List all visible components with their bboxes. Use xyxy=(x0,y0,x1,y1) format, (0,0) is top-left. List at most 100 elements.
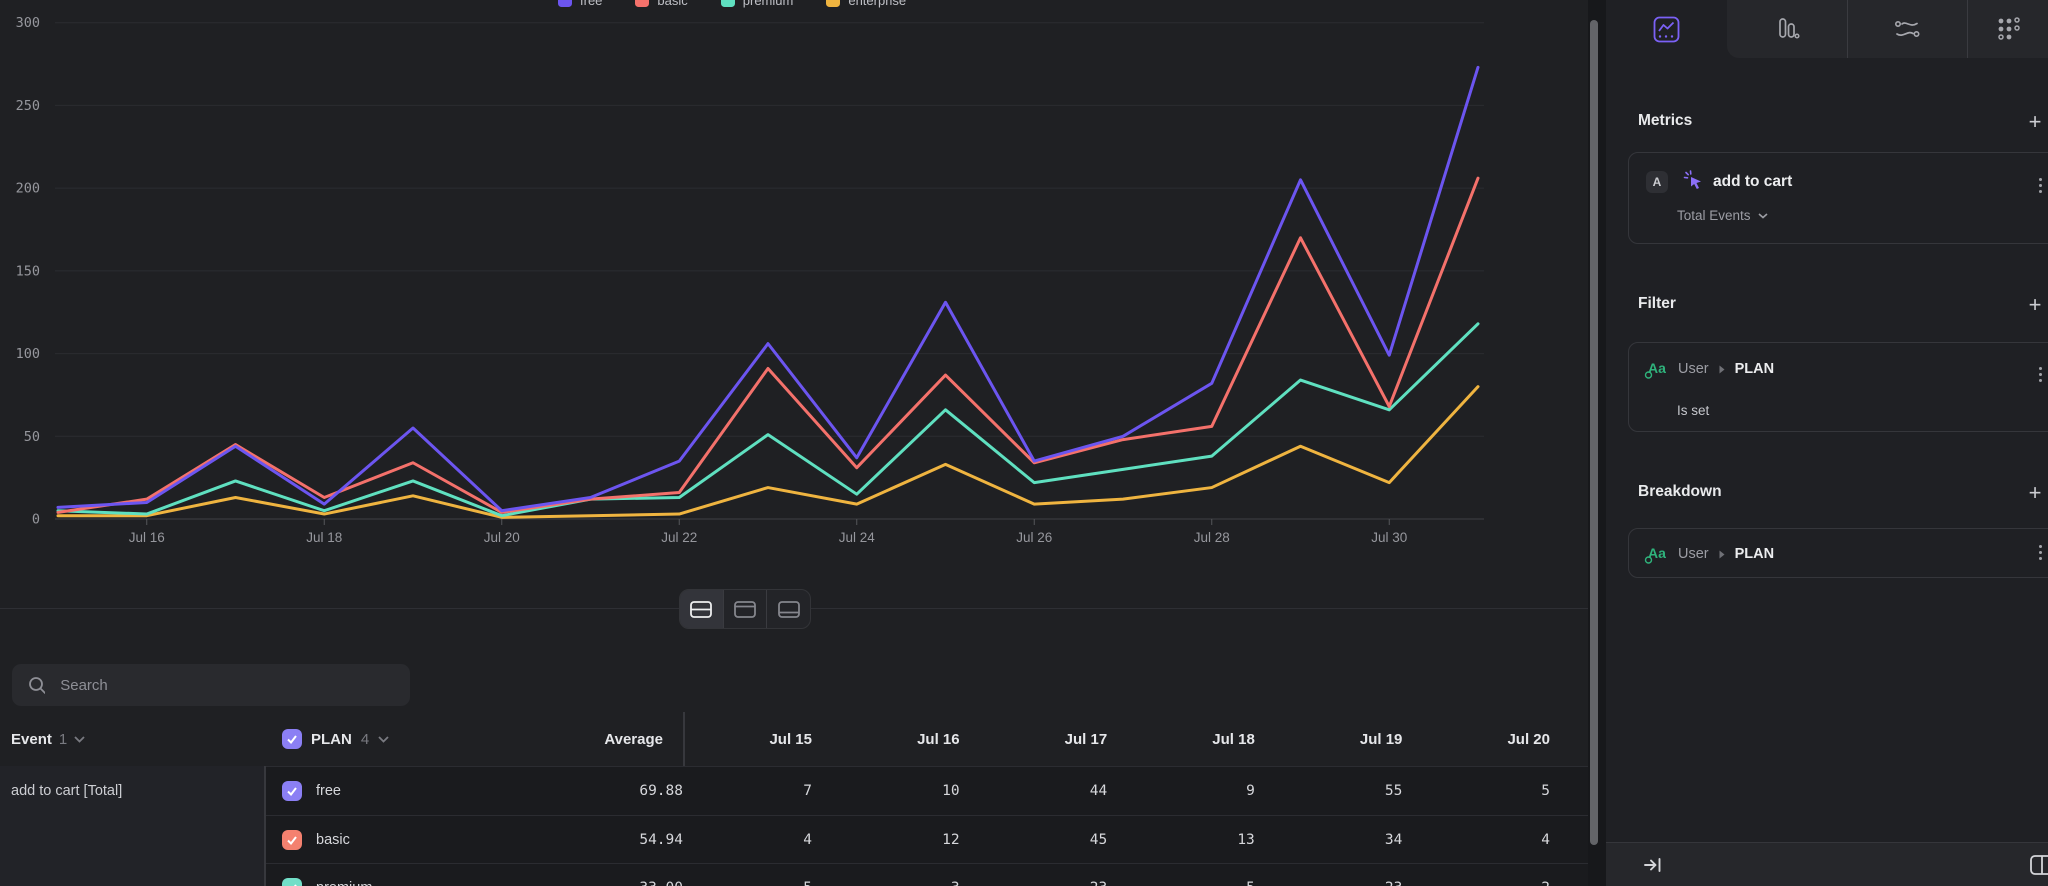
basic-checkbox[interactable] xyxy=(282,830,302,850)
plan-select-all-checkbox[interactable] xyxy=(282,729,302,749)
text-property-icon: Aa xyxy=(1644,543,1668,565)
scrollbar-track xyxy=(1588,0,1606,886)
chevron-down-icon xyxy=(378,736,389,743)
metric-event-name: add to cart xyxy=(1713,169,1792,195)
layout-table-only-button[interactable] xyxy=(766,590,810,628)
filter-scope: User xyxy=(1678,361,1709,377)
add-metric-button[interactable]: + xyxy=(2022,111,2048,133)
scrollbar-thumb[interactable] xyxy=(1590,20,1598,845)
metric-card[interactable]: A add to cart Total Events xyxy=(1628,152,2048,244)
chevron-down-icon xyxy=(1758,213,1768,219)
plan-count: 4 xyxy=(361,731,369,748)
cell-value: 5 xyxy=(672,864,812,886)
check-icon xyxy=(285,881,299,886)
check-icon xyxy=(285,784,299,798)
premium-checkbox[interactable] xyxy=(282,878,302,886)
grid-dots-icon xyxy=(1995,16,2021,42)
svg-text:150: 150 xyxy=(16,263,40,279)
columns-icon xyxy=(2030,855,2048,876)
average-column-header: Average xyxy=(500,712,663,766)
svg-text:100: 100 xyxy=(16,346,40,362)
split-horizontal-icon xyxy=(690,601,712,618)
row-label: premium xyxy=(316,864,372,886)
cell-value: 7 xyxy=(672,767,812,815)
add-filter-button[interactable]: + xyxy=(2022,294,2048,316)
cell-value: 5 xyxy=(1410,767,1550,815)
cell-value: 13 xyxy=(1115,816,1255,864)
query-builder-sidebar: Metrics + A add to cart Total Events Fil… xyxy=(1606,0,2048,886)
metric-measure-label: Total Events xyxy=(1677,208,1751,223)
tab-grid-dots[interactable] xyxy=(1967,0,2048,58)
event-row-label: add to cart [Total] xyxy=(0,766,264,815)
date-column-header: Jul 15 xyxy=(664,712,812,766)
metric-menu-button[interactable] xyxy=(2036,175,2045,196)
svg-text:300: 300 xyxy=(16,15,40,31)
chevron-right-icon xyxy=(1719,365,1725,374)
svg-text:Jul 16: Jul 16 xyxy=(129,530,165,545)
cell-value: 3 xyxy=(820,864,960,886)
svg-text:250: 250 xyxy=(16,98,40,114)
cell-value: 55 xyxy=(1262,767,1402,815)
check-icon xyxy=(285,732,299,746)
metric-series-badge: A xyxy=(1646,171,1668,193)
add-breakdown-button[interactable]: + xyxy=(2022,482,2048,504)
average-value: 69.88 xyxy=(540,767,683,815)
row-label: free xyxy=(316,767,341,815)
panel-top-icon xyxy=(734,601,756,618)
cell-value: 10 xyxy=(820,767,960,815)
svg-text:Jul 24: Jul 24 xyxy=(839,530,876,545)
metric-measure-dropdown[interactable]: Total Events xyxy=(1677,208,1768,223)
svg-text:Jul 20: Jul 20 xyxy=(484,530,520,545)
event-column-dropdown[interactable]: Event 1 xyxy=(11,712,85,766)
panel-bottom-icon xyxy=(778,601,800,618)
line-chart[interactable]: 050100150200250300Jul 16Jul 18Jul 20Jul … xyxy=(0,0,1588,560)
filter-card[interactable]: Aa User PLAN Is set xyxy=(1628,342,2048,432)
panel-layout-button[interactable] xyxy=(2030,855,2048,881)
filter-menu-button[interactable] xyxy=(2036,364,2045,385)
collapse-sidebar-button[interactable] xyxy=(1642,854,1664,881)
cell-value: 4 xyxy=(1410,816,1550,864)
chevron-down-icon xyxy=(74,736,85,743)
svg-text:50: 50 xyxy=(24,429,40,445)
layout-split-button[interactable] xyxy=(680,590,723,628)
breakdown-property: PLAN xyxy=(1735,546,1774,562)
cell-value: 4 xyxy=(672,816,812,864)
search-input[interactable] xyxy=(58,676,394,695)
cell-value: 9 xyxy=(1115,767,1255,815)
free-checkbox[interactable] xyxy=(282,781,302,801)
date-column-header: Jul 16 xyxy=(812,712,960,766)
cell-value: 23 xyxy=(967,864,1107,886)
table-row-basic[interactable]: basic54.944124513344 xyxy=(266,815,1588,863)
metrics-section-title: Metrics xyxy=(1638,112,1692,130)
table-row-free[interactable]: free69.88710449555 xyxy=(266,766,1588,815)
plan-column-label: PLAN xyxy=(311,731,352,748)
breakdown-section-title: Breakdown xyxy=(1638,483,1722,501)
date-column-header: Jul 17 xyxy=(959,712,1107,766)
cell-value: 5 xyxy=(1115,864,1255,886)
breakdown-menu-button[interactable] xyxy=(2036,542,2045,563)
svg-text:Jul 18: Jul 18 xyxy=(306,530,342,545)
text-property-icon: Aa xyxy=(1644,358,1668,380)
tab-bar-chart[interactable] xyxy=(1727,0,1847,58)
tab-flow[interactable] xyxy=(1847,0,1967,58)
row-label: basic xyxy=(316,816,350,864)
chart-layout-toggle xyxy=(679,589,811,629)
cell-value: 45 xyxy=(967,816,1107,864)
collapse-right-icon xyxy=(1642,854,1664,876)
cell-value: 12 xyxy=(820,816,960,864)
event-column-label: Event xyxy=(11,731,52,748)
layout-chart-only-button[interactable] xyxy=(723,590,767,628)
cell-value: 34 xyxy=(1262,816,1402,864)
cell-value: 2 xyxy=(1410,864,1550,886)
search-box[interactable] xyxy=(12,664,410,706)
analytics-app: freebasicpremiumenterprise 0501001502002… xyxy=(0,0,2048,886)
filter-operator[interactable]: Is set xyxy=(1677,403,1709,418)
cell-value: 23 xyxy=(1262,864,1402,886)
event-row-label-column: add to cart [Total] xyxy=(0,766,264,886)
table-row-premium[interactable]: premium33.0053235232 xyxy=(266,863,1588,886)
tab-line-chart[interactable] xyxy=(1606,0,1726,58)
plan-column-dropdown[interactable]: PLAN 4 xyxy=(282,712,389,766)
date-column-header: Jul 18 xyxy=(1107,712,1255,766)
breakdown-card[interactable]: Aa User PLAN xyxy=(1628,528,2048,578)
search-icon xyxy=(28,676,45,695)
